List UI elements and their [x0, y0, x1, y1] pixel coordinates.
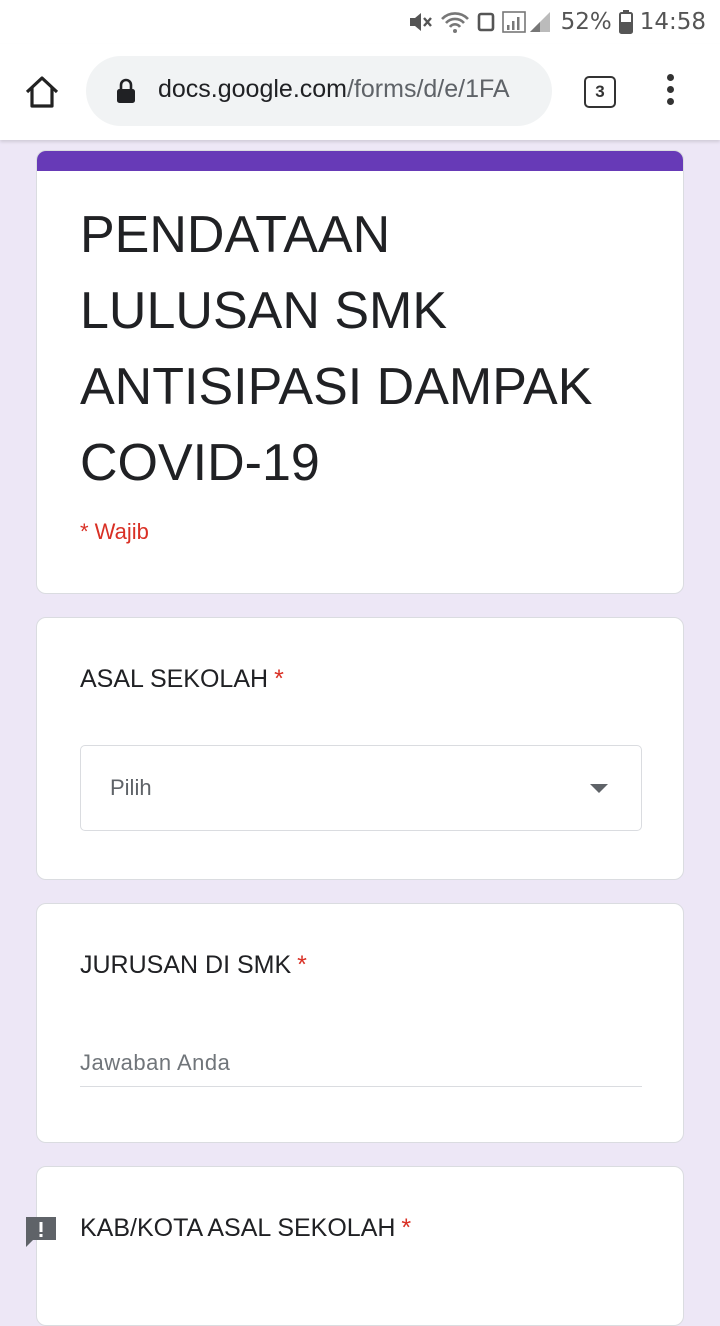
clock-time: 14:58 [639, 9, 706, 35]
wifi-icon [440, 10, 470, 34]
question-label: JURUSAN DI SMK * [80, 951, 307, 980]
question-card-asal-sekolah: ASAL SEKOLAH * Pilih [36, 617, 684, 880]
question-title: JURUSAN DI SMK [80, 951, 292, 979]
question-title: KAB/KOTA ASAL SEKOLAH [80, 1214, 396, 1242]
more-vert-icon[interactable] [660, 74, 680, 110]
required-note: * Wajib [80, 519, 149, 544]
question-label: KAB/KOTA ASAL SEKOLAH * [80, 1214, 411, 1243]
data-saver-icon [477, 12, 495, 32]
mute-icon [407, 10, 433, 34]
required-asterisk: * [297, 951, 307, 979]
question-title: ASAL SEKOLAH [80, 665, 269, 693]
address-bar[interactable]: docs.google.com/forms/d/e/1FA [86, 56, 552, 126]
home-button[interactable] [22, 72, 62, 112]
form-header-card: PENDATAAN LULUSAN SMK ANTISIPASI DAMPAK … [36, 150, 684, 594]
tab-switcher-button[interactable]: 3 [584, 76, 616, 108]
asal-sekolah-dropdown[interactable]: Pilih [80, 745, 642, 831]
question-card-jurusan: JURUSAN DI SMK * [36, 903, 684, 1143]
home-icon [25, 76, 59, 108]
battery-percent: 52% [560, 9, 612, 35]
url-path: /forms/d/e/1FA [347, 75, 510, 103]
form-title: PENDATAAN LULUSAN SMK ANTISIPASI DAMPAK … [80, 206, 593, 492]
chevron-down-icon [590, 784, 608, 793]
question-label: ASAL SEKOLAH * [80, 665, 284, 694]
browser-toolbar: docs.google.com/forms/d/e/1FA 3 [0, 44, 720, 140]
form-accent-bar [37, 151, 683, 171]
feedback-button[interactable] [23, 1214, 59, 1250]
status-icons: 52% 14:58 [407, 6, 706, 38]
status-bar: 52% 14:58 [0, 0, 720, 44]
feedback-icon [26, 1217, 56, 1247]
lock-icon [117, 78, 135, 103]
dropdown-selected-value: Pilih [110, 775, 152, 800]
jurusan-answer-input[interactable] [80, 1040, 642, 1087]
url-host: docs.google.com [158, 75, 348, 103]
question-card-kab-kota: KAB/KOTA ASAL SEKOLAH * [36, 1166, 684, 1326]
required-asterisk: * [274, 665, 284, 693]
required-asterisk: * [401, 1214, 412, 1242]
signal-icon [501, 10, 554, 34]
battery-icon [618, 10, 633, 34]
url-text: docs.google.com/forms/d/e/1FA [158, 75, 538, 104]
